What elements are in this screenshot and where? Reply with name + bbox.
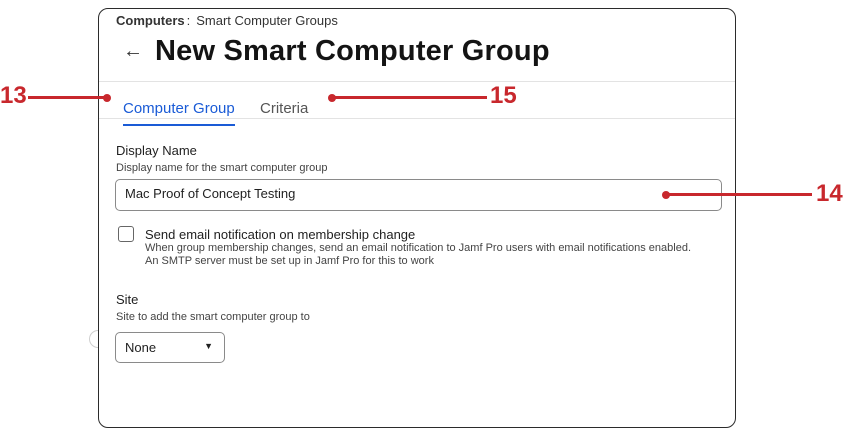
breadcrumb-separator: : [186,13,191,28]
header-divider [99,81,735,82]
tab-bar: Computer Group Criteria [99,89,735,127]
breadcrumb-root[interactable]: Computers [116,13,185,28]
email-notification-checkbox[interactable] [118,226,134,242]
site-help: Site to add the smart computer group to [116,311,310,323]
chevron-down-icon: ▼ [204,341,213,351]
site-label: Site [116,292,139,307]
display-name-label: Display Name [116,143,197,158]
site-select-value: None [125,340,157,355]
back-arrow-icon[interactable]: ← [123,40,149,63]
site-select[interactable]: None ▼ [115,332,225,363]
breadcrumb: Computers: Smart Computer Groups [116,13,338,28]
callout-13-line [28,96,108,99]
display-name-input[interactable]: Mac Proof of Concept Testing [115,179,722,211]
display-name-help: Display name for the smart computer grou… [116,162,328,174]
email-notification-description: When group membership changes, send an e… [145,242,692,267]
callout-15: 15 [490,82,517,109]
email-notification-label: Send email notification on membership ch… [145,227,416,242]
tab-computer-group[interactable]: Computer Group [123,100,235,126]
smart-group-panel: Computers: Smart Computer Groups ← New Sm… [98,8,736,428]
page-title: New Smart Computer Group [155,35,550,67]
callout-14-line [666,193,812,196]
tab-criteria[interactable]: Criteria [260,100,308,117]
callout-13-dot [103,94,111,102]
callout-15-line [332,96,487,99]
title-row: ← New Smart Computer Group [123,35,550,68]
callout-14: 14 [816,180,843,207]
tabs-divider [99,118,735,119]
callout-13: 13 [0,82,27,109]
breadcrumb-current[interactable]: Smart Computer Groups [196,13,338,28]
